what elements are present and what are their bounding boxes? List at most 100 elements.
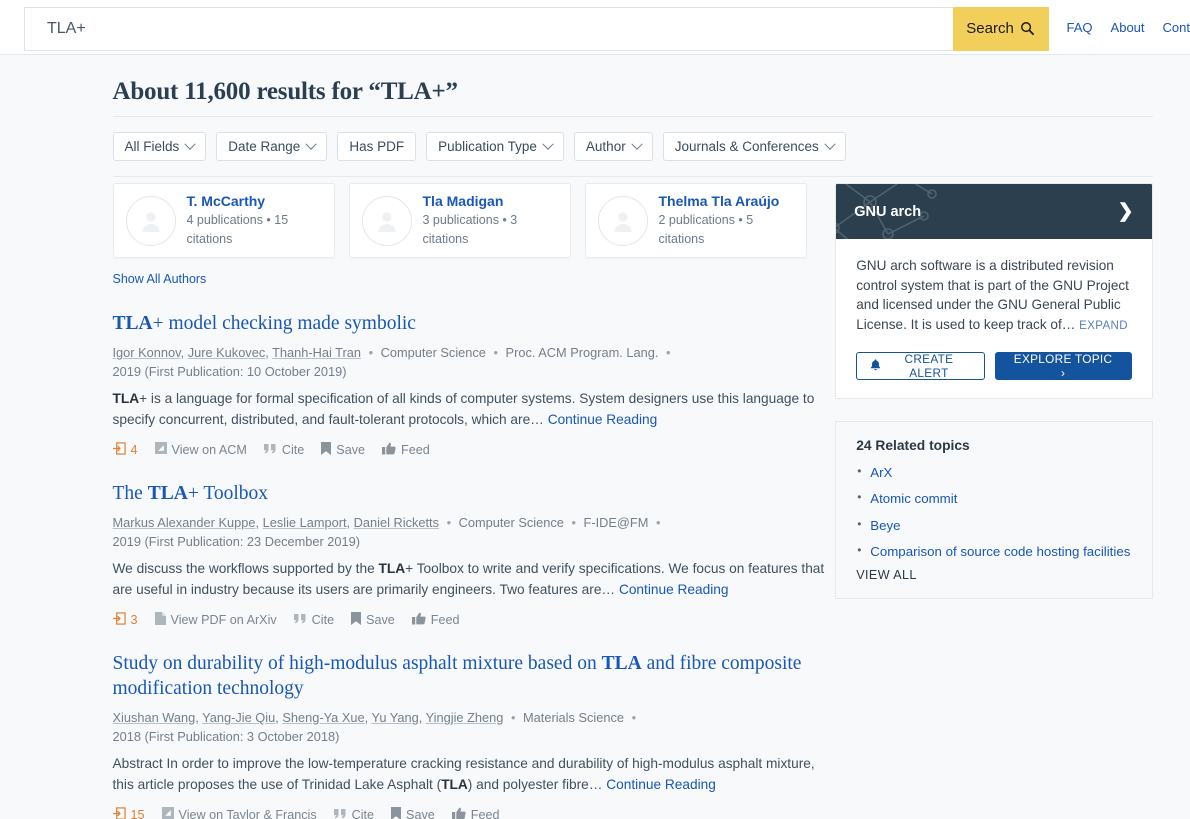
filter-publication-type-label: Publication Type (438, 139, 537, 154)
author-cards: T. McCarthy 4 publications • 15 citation… (112, 183, 826, 258)
view-source-action[interactable]: View on ACM (154, 442, 247, 457)
nav-link-contact[interactable]: Cont (1163, 20, 1190, 35)
chevron-down-icon (631, 138, 643, 150)
continue-reading-link[interactable]: Continue Reading (548, 412, 658, 427)
view-all-topics-link[interactable]: VIEW ALL (856, 568, 1131, 582)
citations-action[interactable]: 4 (112, 442, 138, 458)
topic-description: GNU arch software is a distributed revis… (856, 256, 1131, 334)
save-label: Save (336, 442, 366, 457)
author-card[interactable]: Tla Madigan 3 publications • 3 citations (348, 183, 571, 258)
thumbs-up-icon (382, 442, 396, 458)
result-title[interactable]: Study on durability of high-modulus asph… (113, 652, 826, 702)
chevron-right-icon[interactable]: ❯ (1118, 202, 1134, 221)
cite-action[interactable]: Cite (263, 443, 304, 457)
citations-action[interactable]: 3 (112, 612, 138, 628)
result-venue: F-IDE@FM (583, 514, 649, 530)
abstract-text: ) and polyester fibre… (467, 777, 603, 793)
filter-all-fields[interactable]: All Fields (112, 132, 207, 161)
topic-card-header[interactable]: GNU arch ❯ (836, 184, 1152, 239)
author-card[interactable]: T. McCarthy 4 publications • 15 citation… (112, 183, 335, 258)
separator-dot: • (631, 709, 637, 725)
separator-dot: • (571, 514, 576, 530)
related-topic-item[interactable]: ArX (856, 462, 1131, 483)
avatar-icon (597, 195, 648, 246)
columns: T. McCarthy 4 publications • 15 citation… (38, 177, 1153, 819)
result-author-link[interactable]: Markus Alexander Kuppe (113, 515, 256, 530)
thumbs-up-icon (411, 612, 426, 628)
save-label: Save (366, 612, 395, 627)
result-field: Computer Science (458, 514, 564, 530)
related-topic-item[interactable]: Beye (856, 515, 1131, 536)
view-source-action[interactable]: View PDF on ArXiv (154, 611, 277, 628)
explore-topic-button[interactable]: EXPLORE TOPIC › (994, 352, 1132, 381)
continue-reading-link[interactable]: Continue Reading (619, 582, 729, 597)
filter-publication-type[interactable]: Publication Type (426, 132, 564, 161)
result-author-link[interactable]: Sheng-Ya Xue (282, 710, 364, 725)
result-author-link[interactable]: Leslie Lamport (263, 515, 347, 530)
filter-author-label: Author (585, 139, 626, 154)
result-title[interactable]: The TLA+ Toolbox (113, 482, 826, 507)
bookmark-icon (351, 611, 362, 628)
filter-has-pdf[interactable]: Has PDF (337, 132, 417, 161)
result-author-link[interactable]: Igor Konnov (113, 345, 181, 360)
quote-icon (333, 808, 347, 819)
result-author-link[interactable]: Yu Yang (372, 710, 419, 725)
result-author-link[interactable]: Jure Kukovec (188, 345, 266, 360)
create-alert-button[interactable]: CREATE ALERT (856, 352, 985, 381)
filter-journals-conferences[interactable]: Journals & Conferences (662, 132, 846, 161)
save-action[interactable]: Save (321, 441, 366, 458)
save-label: Save (406, 807, 435, 819)
chevron-down-icon (305, 138, 317, 150)
result-author-link[interactable]: Yang-Jie Qiu (202, 710, 275, 725)
feed-action[interactable]: Feed (411, 612, 460, 628)
continue-reading-link[interactable]: Continue Reading (606, 777, 716, 792)
bookmark-icon (391, 806, 402, 819)
bookmark-icon (321, 441, 332, 458)
save-action[interactable]: Save (351, 611, 395, 628)
result-author-link[interactable]: Xiushan Wang (113, 710, 196, 725)
sidebar-column: GNU arch ❯ GNU arch software is a distri… (825, 177, 1153, 819)
result-actions: 15 View on Taylor & Francis Cite Save Fe… (112, 806, 826, 819)
results-heading: About 11,600 results for “TLA+” (112, 78, 459, 105)
nav-link-faq[interactable]: FAQ (1067, 20, 1093, 35)
result-author-link[interactable]: Thanh-Hai Tran (272, 345, 361, 360)
result-abstract: Abstract In order to improve the low-tem… (113, 754, 826, 796)
feed-action[interactable]: Feed (451, 807, 499, 819)
result-actions: 3 View PDF on ArXiv Cite Save Feed (112, 611, 826, 628)
external-link-icon (154, 442, 167, 457)
filter-date-range[interactable]: Date Range (216, 132, 328, 161)
result-title[interactable]: TLA+ model checking made symbolic (113, 312, 826, 337)
result-author-link[interactable]: Daniel Ricketts (354, 515, 439, 530)
search-button[interactable]: Search (952, 6, 1049, 51)
expand-link[interactable]: EXPAND (1079, 320, 1128, 332)
author-name[interactable]: Thelma Tla Araújo (659, 192, 794, 211)
related-topic-item[interactable]: Comparison of source code hosting facili… (856, 541, 1131, 562)
results-column: T. McCarthy 4 publications • 15 citation… (112, 177, 826, 819)
feed-action[interactable]: Feed (382, 442, 430, 458)
cite-action[interactable]: Cite (293, 613, 334, 627)
explore-topic-label: EXPLORE TOPIC › (1013, 352, 1113, 381)
avatar-icon (361, 195, 412, 246)
search-input[interactable] (24, 6, 953, 51)
author-name[interactable]: T. McCarthy (187, 192, 322, 211)
filter-author[interactable]: Author (573, 132, 653, 161)
save-action[interactable]: Save (391, 806, 435, 819)
chevron-down-icon (824, 138, 836, 150)
author-name[interactable]: Tla Madigan (423, 192, 558, 211)
header-nav: FAQ About Cont (1049, 20, 1190, 35)
nav-link-about[interactable]: About (1111, 20, 1145, 35)
filter-date-range-label: Date Range (228, 139, 301, 154)
view-source-label: View on ACM (171, 442, 247, 457)
citation-count: 15 (130, 807, 145, 819)
related-topic-item[interactable]: Atomic commit (856, 488, 1131, 509)
filter-bar: All Fields Date Range Has PDF Publicatio… (38, 117, 1153, 176)
cite-action[interactable]: Cite (333, 808, 374, 819)
create-alert-label: CREATE ALERT (904, 352, 954, 381)
result-author-link[interactable]: Yingjie Zheng (426, 710, 504, 725)
citations-action[interactable]: 15 (112, 807, 145, 819)
show-all-authors-link[interactable]: Show All Authors (113, 272, 207, 286)
view-source-label: View PDF on ArXiv (170, 612, 277, 627)
abstract-highlight: TLA (112, 391, 140, 407)
view-source-action[interactable]: View on Taylor & Francis (161, 807, 317, 819)
author-card[interactable]: Thelma Tla Araújo 2 publications • 5 cit… (584, 183, 807, 258)
